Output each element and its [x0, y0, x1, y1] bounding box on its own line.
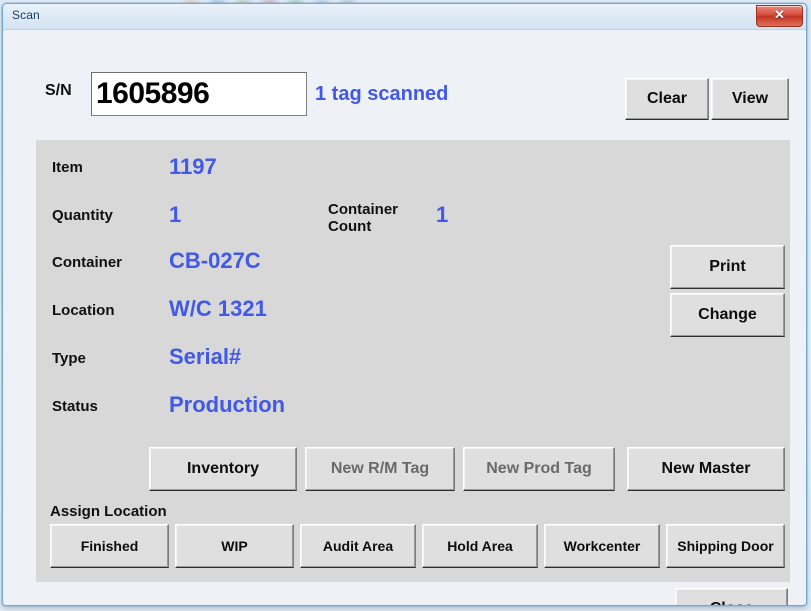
serial-number-input[interactable] [91, 72, 307, 116]
quantity-label: Quantity [52, 207, 113, 224]
new-rm-tag-button[interactable]: New R/M Tag [305, 447, 455, 491]
scan-window: Scan ✕ S/N 1 tag scanned Clear View Item… [2, 3, 807, 606]
new-prod-tag-button[interactable]: New Prod Tag [463, 447, 615, 491]
location-label: Location [52, 302, 115, 319]
item-label: Item [52, 159, 83, 176]
assign-shipping-door-button[interactable]: Shipping Door [666, 524, 785, 568]
inventory-button[interactable]: Inventory [149, 447, 297, 491]
container-count-label: Container Count [328, 201, 399, 235]
container-count-value: 1 [436, 202, 449, 227]
assign-hold-area-button[interactable]: Hold Area [422, 524, 538, 568]
close-dialog-button[interactable]: Close [675, 588, 788, 605]
type-value: Serial# [169, 344, 242, 369]
assign-location-section-label: Assign Location [50, 503, 167, 520]
print-button[interactable]: Print [670, 245, 785, 289]
status-value: Production [169, 392, 286, 417]
window-close-icon[interactable]: ✕ [756, 5, 803, 27]
assign-workcenter-button[interactable]: Workcenter [544, 524, 660, 568]
change-button[interactable]: Change [670, 293, 785, 337]
view-button[interactable]: View [711, 78, 789, 120]
clear-button[interactable]: Clear [625, 78, 709, 120]
item-value: 1197 [169, 154, 217, 179]
window-title: Scan [12, 8, 40, 22]
tag-scanned-status: 1 tag scanned [315, 83, 449, 105]
assign-audit-area-button[interactable]: Audit Area [300, 524, 416, 568]
location-value: W/C 1321 [169, 296, 267, 321]
new-master-button[interactable]: New Master [627, 447, 785, 491]
assign-finished-button[interactable]: Finished [50, 524, 169, 568]
quantity-value: 1 [169, 202, 182, 227]
type-label: Type [52, 350, 86, 367]
details-panel: Item 1197 Quantity 1 Container Count 1 C… [36, 140, 790, 582]
serial-number-label: S/N [45, 82, 72, 99]
status-label: Status [52, 398, 98, 415]
assign-wip-button[interactable]: WIP [175, 524, 294, 568]
container-value: CB-027C [169, 248, 261, 273]
client-area: S/N 1 tag scanned Clear View Item 1197 Q… [3, 30, 806, 605]
title-bar: Scan ✕ [3, 4, 806, 30]
container-label: Container [52, 254, 123, 271]
